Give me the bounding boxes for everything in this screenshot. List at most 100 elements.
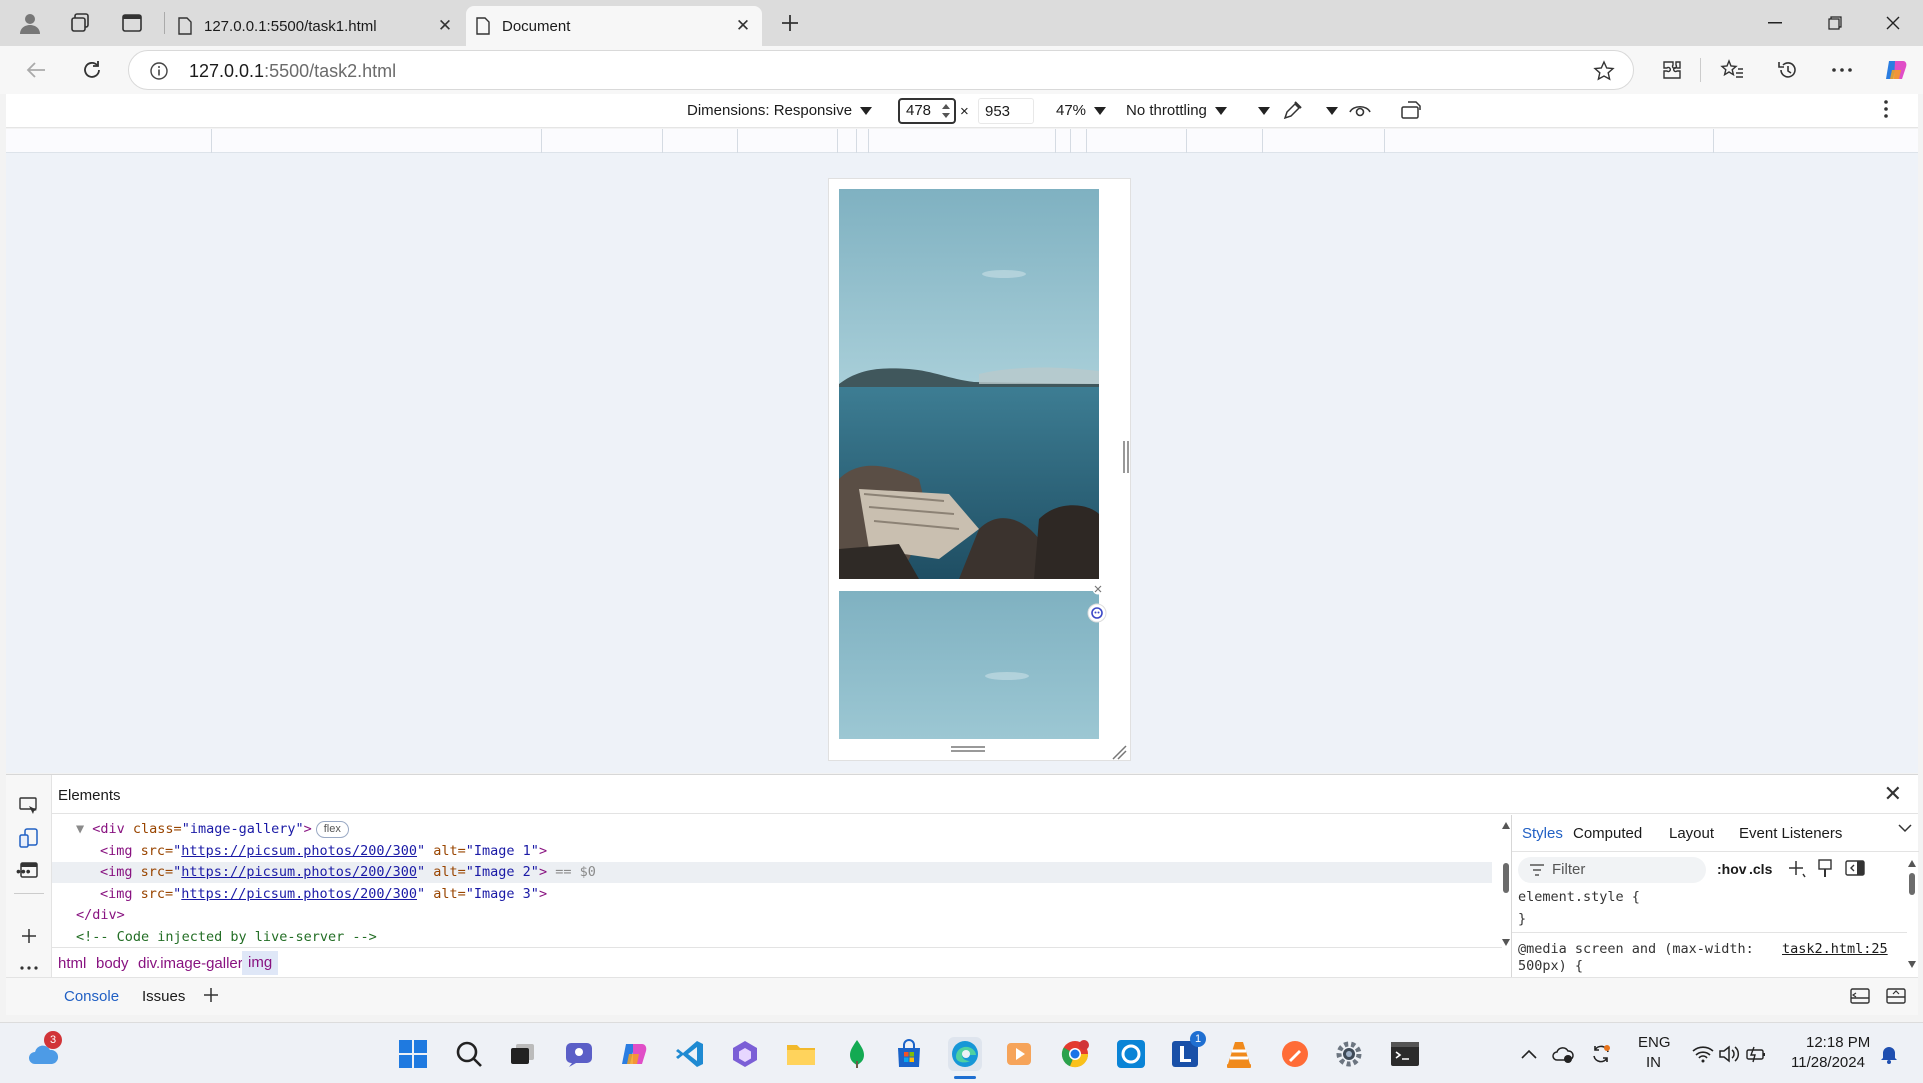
device-toolbar-more-icon[interactable] xyxy=(1884,100,1888,118)
add-tool-icon[interactable] xyxy=(18,925,40,947)
emulated-device-frame[interactable] xyxy=(828,178,1131,761)
file-explorer-icon[interactable] xyxy=(784,1037,818,1071)
dom-node-line[interactable]: <!-- Code injected by live-server --> xyxy=(52,927,1492,948)
l-app-icon[interactable]: 1 xyxy=(1168,1031,1206,1071)
breadcrumb-item[interactable]: html xyxy=(58,955,86,972)
extensions-icon[interactable] xyxy=(1658,56,1686,84)
media-player-icon[interactable] xyxy=(1002,1037,1036,1071)
vision-dropdown[interactable] xyxy=(1326,102,1338,119)
notification-bell-icon[interactable] xyxy=(1872,1037,1906,1071)
dom-node-line[interactable]: <img src= "https://picsum.photos/200/300 "… xyxy=(52,862,1492,883)
site-info-icon[interactable] xyxy=(149,61,169,81)
search-icon[interactable] xyxy=(452,1037,486,1071)
new-rule-icon[interactable] xyxy=(1787,859,1807,879)
tab-task1[interactable]: 127.0.0.1:5500/task1.html ✕ xyxy=(172,6,464,46)
eyedropper-icon[interactable] xyxy=(1282,99,1304,121)
gallery-image-2[interactable] xyxy=(839,591,1099,739)
favorite-star-icon[interactable] xyxy=(1593,60,1615,82)
paint-brush-icon[interactable] xyxy=(1817,859,1833,879)
cortana-icon[interactable] xyxy=(1114,1037,1148,1071)
refresh-icon[interactable] xyxy=(78,56,106,84)
profile-icon[interactable] xyxy=(16,10,44,36)
breadcrumb-item[interactable]: img xyxy=(242,951,279,975)
styles-scrollbar[interactable] xyxy=(1907,857,1917,972)
breadcrumb-item[interactable]: div.image-gallery xyxy=(138,955,250,972)
dom-node-line[interactable]: <img src= "https://picsum.photos/200/300 "… xyxy=(52,884,1492,905)
tab-computed[interactable]: Computed xyxy=(1573,825,1642,842)
restore-icon[interactable] xyxy=(1812,10,1858,36)
dock-drawer-icon[interactable] xyxy=(1850,988,1870,1004)
settings-icon[interactable] xyxy=(1332,1037,1366,1071)
mongodb-icon[interactable] xyxy=(840,1037,874,1071)
terminal-icon[interactable] xyxy=(1388,1037,1422,1071)
more-tools-icon[interactable] xyxy=(18,957,40,979)
close-overlay-icon[interactable] xyxy=(1092,583,1104,595)
vscode-icon[interactable] xyxy=(673,1037,707,1071)
height-input[interactable]: 953 xyxy=(978,98,1034,124)
tab-layout[interactable]: Layout xyxy=(1669,825,1714,842)
tab-styles[interactable]: Styles xyxy=(1522,825,1563,842)
close-window-icon[interactable] xyxy=(1870,10,1916,36)
dom-tree[interactable]: ▼ <div class="image-gallery"> flex <img sr… xyxy=(52,815,1502,945)
task-view-icon[interactable] xyxy=(506,1037,540,1071)
elements-panel-title[interactable]: Elements xyxy=(58,787,121,804)
resize-handle-bottom[interactable] xyxy=(951,745,985,755)
inspect-icon[interactable] xyxy=(18,795,40,817)
start-icon[interactable] xyxy=(396,1037,430,1071)
address-bar[interactable]: 127.0.0.1:5500/task2.html xyxy=(128,50,1634,90)
minimize-icon[interactable] xyxy=(1752,10,1798,36)
language-line-1[interactable]: ENG xyxy=(1638,1034,1671,1051)
tab-document[interactable]: Document ✕ xyxy=(466,6,762,46)
history-icon[interactable] xyxy=(1774,56,1802,84)
clock-time[interactable]: 12:18 PM xyxy=(1806,1034,1870,1051)
dom-tree-scrollbar[interactable] xyxy=(1501,819,1511,949)
device-emulation-icon[interactable] xyxy=(18,827,40,849)
onedrive-status-icon[interactable] xyxy=(1546,1037,1580,1071)
back-icon[interactable] xyxy=(22,56,50,84)
visual-search-icon[interactable] xyxy=(1087,603,1107,623)
dom-attr-link[interactable]: https://picsum.photos/200/300 xyxy=(181,843,417,859)
dom-attr-link[interactable]: https://picsum.photos/200/300 xyxy=(181,886,417,902)
more-menu-icon[interactable] xyxy=(1828,56,1856,84)
clock-date[interactable]: 11/28/2024 xyxy=(1791,1054,1865,1071)
styles-filter-input[interactable]: Filter xyxy=(1518,857,1706,883)
dimensions-dropdown[interactable]: Dimensions: Responsive xyxy=(687,102,873,119)
dom-attr-link[interactable]: https://picsum.photos/200/300 xyxy=(181,864,417,880)
m365-icon[interactable] xyxy=(728,1037,762,1071)
throttling-dropdown[interactable]: No throttling xyxy=(1126,102,1227,119)
resize-handle-right[interactable] xyxy=(1122,441,1130,473)
new-tab-icon[interactable] xyxy=(776,10,804,36)
teams-chat-icon[interactable] xyxy=(562,1037,596,1071)
dom-node-line[interactable]: ▼ <div class="image-gallery"> flex xyxy=(52,819,1492,840)
url-text[interactable]: 127.0.0.1:5500/task2.html xyxy=(189,61,396,82)
node-actions-icon[interactable]: ••• xyxy=(16,863,31,879)
add-drawer-tab-icon[interactable] xyxy=(202,986,220,1004)
microsoft-store-icon[interactable] xyxy=(892,1037,926,1071)
element-style-rule[interactable]: element.style { xyxy=(1518,889,1640,905)
width-input[interactable]: 478 xyxy=(898,98,956,124)
postman-icon[interactable] xyxy=(1278,1037,1312,1071)
tab-console[interactable]: Console xyxy=(64,988,119,1005)
chevron-down-icon[interactable] xyxy=(1898,823,1912,833)
close-tab-icon[interactable]: ✕ xyxy=(436,17,454,35)
weather-icon[interactable]: 3 xyxy=(26,1031,62,1071)
media-query-ruler[interactable] xyxy=(6,129,1918,153)
vlc-icon[interactable] xyxy=(1222,1037,1256,1071)
close-tab-icon[interactable]: ✕ xyxy=(734,17,752,35)
hover-state-toggle[interactable]: :hov xyxy=(1717,861,1747,877)
rule-source-link[interactable]: task2.html:25 xyxy=(1782,941,1888,957)
resize-handle-corner[interactable] xyxy=(1111,744,1127,760)
breadcrumb-item[interactable]: body xyxy=(96,955,129,972)
copilot-icon[interactable] xyxy=(1882,56,1910,84)
dom-node-line[interactable]: <img src= "https://picsum.photos/200/300 "… xyxy=(52,841,1492,862)
close-devtools-icon[interactable]: ✕ xyxy=(1884,783,1902,805)
dom-node-line[interactable]: </div> xyxy=(52,905,1492,926)
chrome-icon[interactable] xyxy=(1058,1037,1092,1071)
zoom-dropdown[interactable]: 47% xyxy=(1056,102,1107,119)
battery-charging-icon[interactable] xyxy=(1740,1037,1774,1071)
rotate-device-icon[interactable] xyxy=(1400,100,1424,120)
eye-icon[interactable] xyxy=(1348,100,1372,120)
tab-event-listeners-label[interactable]: Event Listeners xyxy=(1739,825,1842,842)
flex-badge[interactable]: flex xyxy=(315,820,349,838)
save-data-dropdown[interactable] xyxy=(1258,102,1270,119)
